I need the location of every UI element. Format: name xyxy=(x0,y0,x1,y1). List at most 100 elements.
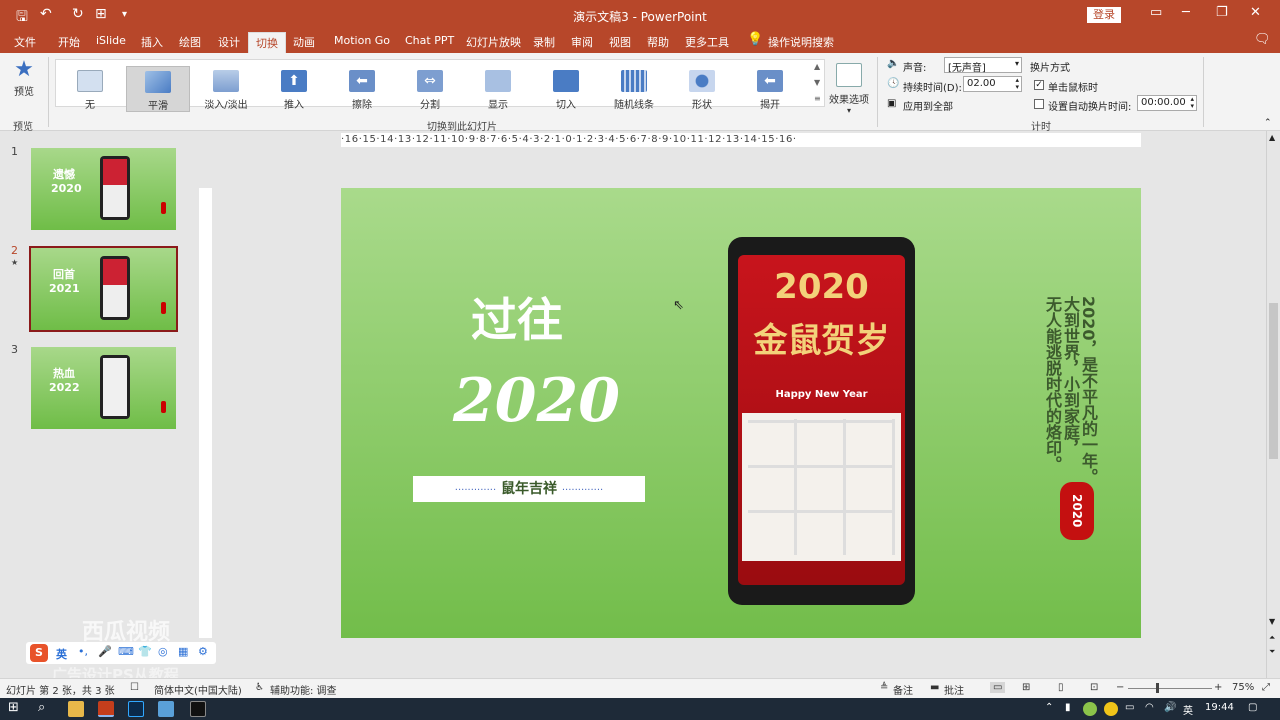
preview-button[interactable]: ★ 预览 xyxy=(0,57,48,98)
gallery-more-icon[interactable]: ≡ xyxy=(814,94,821,103)
language-status[interactable]: 简体中文(中国大陆) xyxy=(154,682,242,697)
accessibility-status[interactable]: 辅助功能: 调查 xyxy=(270,682,337,697)
tab-islide[interactable]: iSlide xyxy=(96,34,126,47)
tray-chevron-icon[interactable]: ⌃ xyxy=(1045,702,1053,713)
keyboard-icon[interactable]: ⌨ xyxy=(118,645,134,658)
tab-review[interactable]: 审阅 xyxy=(571,34,593,50)
fit-slide-icon[interactable]: ⤢ xyxy=(1262,682,1270,693)
after-checkbox[interactable] xyxy=(1034,99,1044,109)
spinner-icon[interactable]: ▴ ▾ xyxy=(1190,96,1194,110)
tell-me-search[interactable]: 操作说明搜索 xyxy=(768,34,834,50)
maximize-icon[interactable]: ❐ xyxy=(1216,5,1228,20)
tray-wechat-icon[interactable] xyxy=(1083,702,1097,716)
slide-thumbnail-1[interactable]: 遗憾 2020 xyxy=(31,148,176,230)
apply-all-button[interactable]: 应用到全部 xyxy=(903,98,953,113)
input-method-indicator[interactable]: 英 xyxy=(1183,702,1193,717)
transition-reveal[interactable]: 显示 xyxy=(466,66,530,111)
reading-view-icon[interactable]: ▯ xyxy=(1058,682,1064,693)
transition-fade[interactable]: 淡入/淡出 xyxy=(194,66,258,111)
duration-input[interactable]: 02.00 ▴ ▾ xyxy=(963,76,1022,92)
tab-record[interactable]: 录制 xyxy=(533,34,555,50)
photoshop-icon[interactable] xyxy=(128,701,144,717)
notification-icon[interactable]: ▢ xyxy=(1248,702,1257,713)
comment-icon[interactable]: 🗨 xyxy=(1254,32,1271,47)
transition-push[interactable]: ⬆ 推入 xyxy=(262,66,326,111)
zoom-level[interactable]: 75% xyxy=(1232,682,1254,693)
zoom-slider[interactable] xyxy=(1128,688,1212,689)
zoom-out-icon[interactable]: − xyxy=(1116,682,1124,693)
minimize-icon[interactable]: ─ xyxy=(1182,5,1190,20)
slide-thumbnail-2[interactable]: 回首 2021 xyxy=(31,248,176,330)
transition-group-label: 切换到此幻灯片 xyxy=(427,122,497,133)
search-icon[interactable]: ⌕ xyxy=(38,700,45,715)
tab-file[interactable]: 文件 xyxy=(14,34,36,50)
slide-sorter-icon[interactable]: ⊞ xyxy=(1022,682,1030,693)
game-icon[interactable]: ◎ xyxy=(158,645,168,658)
transition-split[interactable]: ⇔ 分割 xyxy=(398,66,462,111)
transition-shape[interactable]: 形状 xyxy=(670,66,734,111)
tab-help[interactable]: 帮助 xyxy=(647,34,669,50)
normal-view-icon[interactable]: ▭ xyxy=(990,682,1006,693)
mic-icon[interactable]: 🎤 xyxy=(98,645,112,658)
powerpoint-icon[interactable] xyxy=(98,701,114,717)
tab-insert[interactable]: 插入 xyxy=(141,34,163,50)
gallery-down-icon[interactable]: ▼ xyxy=(814,78,820,87)
tab-draw[interactable]: 绘图 xyxy=(179,34,201,50)
comments-button[interactable]: 批注 xyxy=(944,682,964,697)
spinner-icon[interactable]: ▴ ▾ xyxy=(1015,77,1019,91)
vertical-scrollbar[interactable]: ▲ ▼ ⏶ ⏷ xyxy=(1266,131,1280,678)
sound-select[interactable]: [无声音] ▾ xyxy=(944,57,1022,74)
scroll-thumb[interactable] xyxy=(1269,303,1278,459)
tab-motion-go[interactable]: Motion Go xyxy=(334,34,390,47)
spellcheck-icon[interactable]: ☐ xyxy=(130,682,139,693)
close-icon[interactable]: ✕ xyxy=(1250,5,1261,20)
punctuation-icon[interactable]: •, xyxy=(78,645,88,658)
after-time-input[interactable]: 00:00.00 ▴ ▾ xyxy=(1137,95,1197,111)
login-button[interactable]: 登录 xyxy=(1087,7,1121,23)
notes-button[interactable]: 备注 xyxy=(893,682,913,697)
slide-thumbnail-3[interactable]: 热血 2022 xyxy=(31,347,176,429)
tray-icon[interactable]: ▮ xyxy=(1065,702,1071,713)
zoom-in-icon[interactable]: + xyxy=(1214,682,1222,693)
transition-morph[interactable]: 平滑 xyxy=(126,66,190,112)
transition-wipe[interactable]: ⬅ 擦除 xyxy=(330,66,394,111)
prev-slide-icon[interactable]: ⏶ xyxy=(1269,633,1275,643)
clock[interactable]: 19:44 xyxy=(1205,702,1234,713)
file-explorer-icon[interactable] xyxy=(68,701,84,717)
battery-icon[interactable]: ▭ xyxy=(1125,702,1134,713)
gallery-up-icon[interactable]: ▲ xyxy=(814,62,820,71)
volume-icon[interactable]: 🔊 xyxy=(1164,702,1176,713)
tab-slideshow[interactable]: 幻灯片放映 xyxy=(466,34,521,50)
transition-cut[interactable]: 切入 xyxy=(534,66,598,111)
transition-uncover[interactable]: ⬅ 揭开 xyxy=(738,66,802,111)
on-click-checkbox[interactable]: ✓ xyxy=(1034,80,1044,90)
scroll-down-icon[interactable]: ▼ xyxy=(1269,617,1275,626)
tab-transitions[interactable]: 切换 xyxy=(248,32,286,53)
slide-canvas[interactable]: 过往 2020 ············· 鼠年吉祥 ·············… xyxy=(341,188,1141,638)
ime-mode[interactable]: 英 xyxy=(56,646,67,662)
skin-icon[interactable]: 👕 xyxy=(138,645,152,658)
slideshow-icon[interactable]: ⊡ xyxy=(1090,682,1098,693)
push-icon: ⬆ xyxy=(281,70,307,92)
tab-home[interactable]: 开始 xyxy=(58,34,80,50)
collapse-ribbon-icon[interactable]: ⌃ xyxy=(1264,118,1272,128)
tab-view[interactable]: 视图 xyxy=(609,34,631,50)
ribbon-display-icon[interactable]: ▭ xyxy=(1150,5,1162,20)
zoom-slider-thumb[interactable] xyxy=(1156,683,1159,693)
windows-start-icon[interactable]: ⊞ xyxy=(8,700,19,715)
tab-more-tools[interactable]: 更多工具 xyxy=(685,34,729,50)
effect-options-button[interactable]: 效果选项 ▾ xyxy=(827,59,871,115)
settings-icon[interactable]: ⚙ xyxy=(198,645,208,658)
tray-app-icon[interactable] xyxy=(1104,702,1118,716)
toolbox-icon[interactable]: ▦ xyxy=(178,645,188,658)
wifi-icon[interactable]: ◠ xyxy=(1145,702,1154,713)
tab-animations[interactable]: 动画 xyxy=(293,34,315,50)
capcut-icon[interactable] xyxy=(190,701,206,717)
tab-design[interactable]: 设计 xyxy=(218,34,240,50)
scroll-up-icon[interactable]: ▲ xyxy=(1269,133,1275,142)
app-icon[interactable] xyxy=(158,701,174,717)
tab-chat-ppt[interactable]: Chat PPT xyxy=(405,34,454,47)
transition-random-bars[interactable]: 随机线条 xyxy=(602,66,666,111)
next-slide-icon[interactable]: ⏷ xyxy=(1269,647,1275,657)
transition-none[interactable]: 无 xyxy=(58,66,122,111)
